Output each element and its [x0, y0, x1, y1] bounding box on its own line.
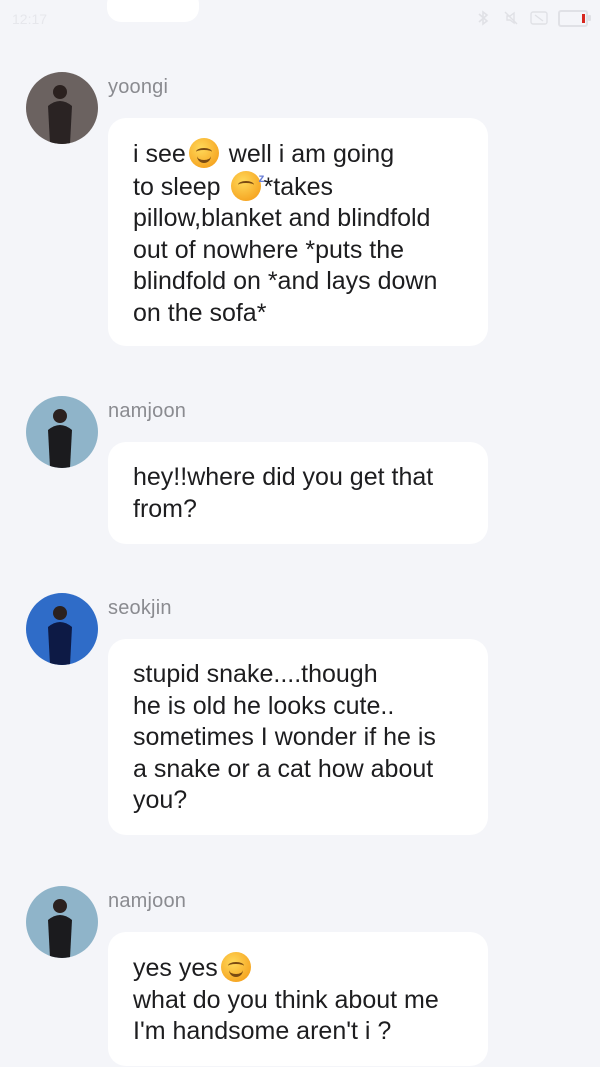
status-bar: 12:17: [0, 0, 600, 40]
message-text: well i am going: [221, 140, 395, 168]
message-text: *takes: [263, 172, 333, 201]
message-text: i see: [133, 140, 186, 168]
avatar[interactable]: [26, 593, 98, 665]
avatar[interactable]: [26, 886, 98, 958]
message-text: you?: [133, 786, 188, 814]
avatar[interactable]: [26, 72, 98, 144]
message-line: pillow,blanket and blindfold: [133, 203, 470, 235]
message-line: what do you think about me: [133, 985, 470, 1017]
message-line: out of nowhere *puts the: [133, 235, 470, 267]
sleeping-face-icon: [230, 163, 265, 201]
message-bubble[interactable]: yes yes what do you think about me I'm han…: [108, 932, 488, 1066]
message-text: hey!!where did you get that: [133, 463, 434, 491]
message-line: a snake or a cat how about: [133, 754, 470, 786]
smiling-face-icon: [188, 138, 219, 168]
sender-name: yoongi: [108, 76, 169, 98]
message-text: he is old he looks cute..: [133, 691, 395, 720]
message-line: blindfold on *and lays down: [133, 266, 470, 298]
previous-message-bubble: [107, 0, 199, 22]
battery-low-indicator: [582, 13, 585, 23]
message-line: yes yes: [133, 952, 470, 985]
message-line: sometimes I wonder if he is: [133, 722, 470, 754]
message-line: on the sofa*: [133, 298, 470, 330]
message-bubble[interactable]: stupid snake....though he is old he looks…: [108, 639, 488, 835]
message-text: from?: [133, 494, 197, 523]
message-line: hey!!where did you get that: [133, 462, 470, 494]
smiling-face-icon: [220, 952, 251, 982]
message-line: he is old he looks cute..: [133, 691, 470, 723]
message-line: stupid snake....though: [133, 659, 470, 691]
message-text: I'm handsome aren't i ?: [133, 1017, 392, 1045]
message-text: stupid snake....though: [133, 660, 378, 688]
message-bubble[interactable]: hey!!where did you get that from?: [108, 442, 488, 544]
sender-name: namjoon: [108, 890, 187, 912]
status-icons: [474, 9, 591, 27]
message-line: you?: [133, 785, 470, 817]
message-line: i see well i am going: [133, 138, 470, 171]
message-line: I'm handsome aren't i ?: [133, 1016, 470, 1048]
message-text: blindfold on *and lays down: [133, 267, 438, 295]
message-text: on the sofa*: [133, 298, 267, 327]
message-text: out of nowhere *puts the: [133, 235, 405, 264]
message-bubble[interactable]: i see well i am goingto sleep *takespill…: [108, 118, 488, 346]
avatar[interactable]: [26, 396, 98, 468]
mute-icon: [502, 9, 520, 27]
message-text: what do you think about me: [133, 985, 439, 1014]
sender-name: namjoon: [108, 400, 187, 422]
message-text: yes yes: [133, 954, 218, 982]
message-text: sometimes I wonder if he is: [133, 723, 436, 751]
message-text: pillow,blanket and blindfold: [133, 204, 431, 232]
message-line: to sleep *takes: [133, 163, 470, 204]
sender-name: seokjin: [108, 597, 172, 619]
battery-icon: [558, 9, 591, 27]
sim-icon: [530, 9, 548, 27]
message-line: from?: [133, 494, 470, 526]
message-text: a snake or a cat how about: [133, 754, 434, 783]
status-time: 12:17: [12, 11, 48, 27]
message-text: to sleep: [133, 172, 228, 201]
bluetooth-icon: [474, 9, 492, 27]
